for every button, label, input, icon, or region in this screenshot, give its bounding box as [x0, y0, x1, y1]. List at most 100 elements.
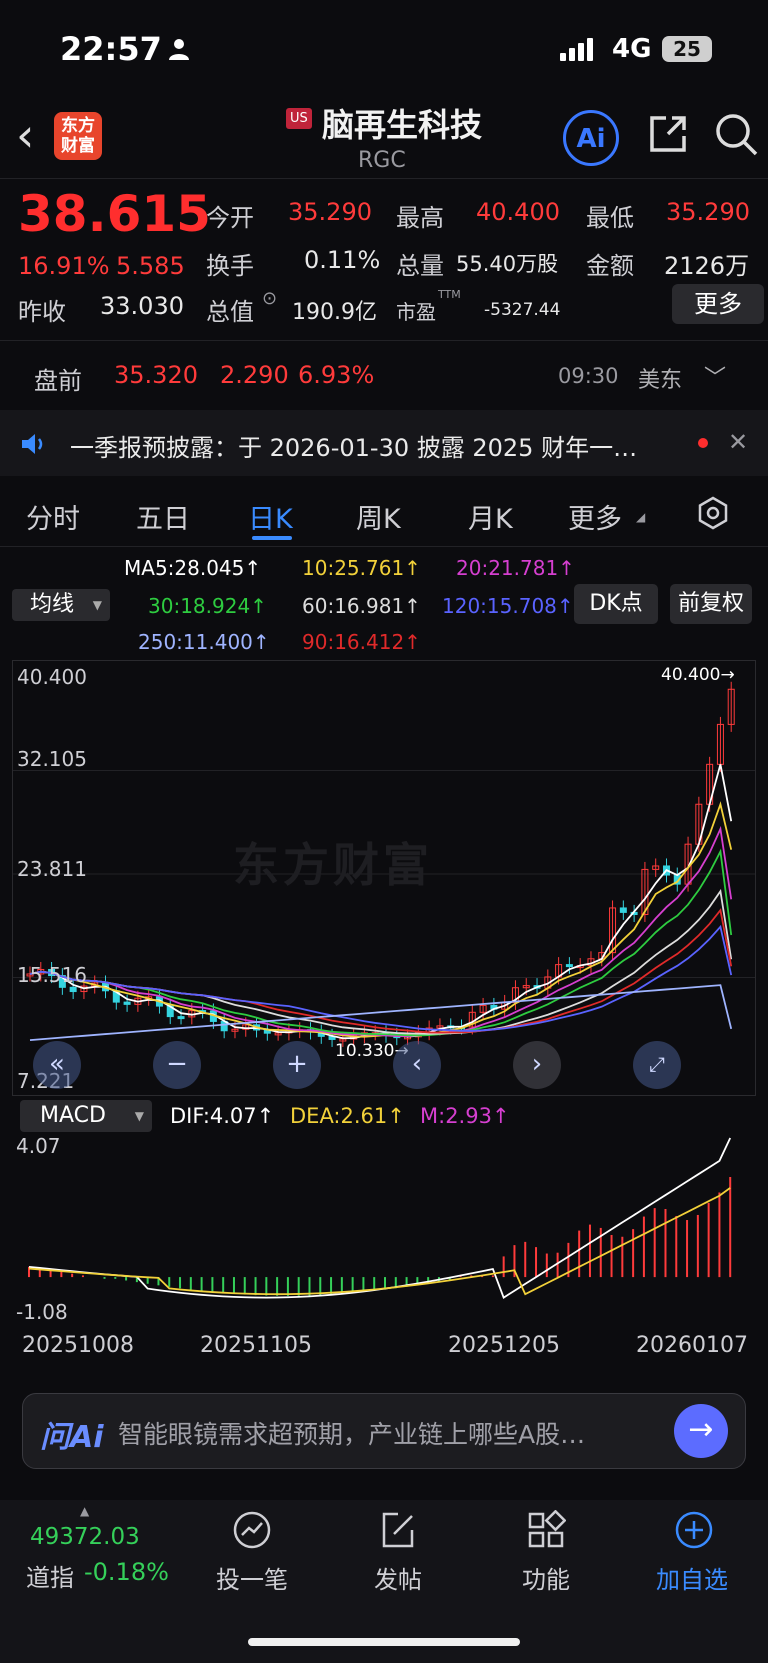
- nav-add-watchlist[interactable]: 加自选: [656, 1560, 728, 1595]
- y-axis-max: 40.400: [17, 665, 87, 689]
- adjust-button[interactable]: 前复权: [670, 584, 752, 624]
- tab-five-day[interactable]: 五日: [136, 497, 190, 536]
- index-change[interactable]: -0.18%: [84, 1558, 169, 1586]
- market-badge: US: [286, 108, 312, 129]
- turnover-value: 0.11%: [304, 246, 381, 274]
- x-axis-date: 20251105: [200, 1333, 312, 1358]
- premarket-change: 2.290: [220, 361, 289, 389]
- zoom-in-icon[interactable]: +: [273, 1041, 321, 1089]
- index-name[interactable]: 道指: [26, 1558, 74, 1593]
- max-marker: 40.400→: [661, 665, 735, 685]
- ai-button[interactable]: Ai: [563, 110, 619, 166]
- app-logo[interactable]: 东方 财富: [54, 112, 102, 160]
- candle: [565, 964, 573, 968]
- divider: [0, 178, 768, 179]
- dea-line: [28, 1187, 731, 1296]
- fullscreen-icon[interactable]: ⤢: [633, 1041, 681, 1089]
- nav-trade[interactable]: 投一笔: [216, 1560, 288, 1595]
- macd-chart[interactable]: 4.07 -1.08: [12, 1130, 756, 1326]
- scroll-left-icon[interactable]: «: [33, 1041, 81, 1089]
- mcap-value: 190.9亿: [292, 300, 377, 325]
- trade-icon[interactable]: [232, 1510, 272, 1550]
- close-icon[interactable]: ✕: [728, 428, 748, 456]
- ma-line-ma90: [29, 908, 733, 1034]
- volume-value: 55.40万股: [456, 252, 559, 276]
- pe-label: 市盈: [396, 300, 436, 324]
- y-axis-label: 32.105: [17, 747, 87, 771]
- macd-select-label: MACD: [40, 1103, 106, 1128]
- zoom-out-icon[interactable]: −: [153, 1041, 201, 1089]
- add-watchlist-icon[interactable]: [674, 1510, 714, 1550]
- nav-post[interactable]: 发帖: [374, 1560, 422, 1595]
- amount-label: 金额: [586, 252, 634, 280]
- share-icon[interactable]: [646, 112, 690, 156]
- search-icon[interactable]: [712, 110, 760, 158]
- ma90-value: 90:16.412↑: [302, 630, 421, 654]
- candle: [69, 986, 77, 993]
- candle: [123, 1001, 131, 1005]
- ma30-value: 30:18.924↑: [148, 594, 267, 618]
- dif-line: [28, 1137, 732, 1299]
- macd-canvas: [28, 1137, 732, 1299]
- prev-close-value: 33.030: [100, 292, 184, 320]
- battery-icon: 25: [662, 36, 712, 62]
- change-amount: 5.585: [116, 252, 185, 280]
- back-icon[interactable]: ‹: [16, 112, 34, 158]
- y-axis-label: 23.811: [17, 857, 87, 881]
- arrow-right-icon[interactable]: →: [674, 1404, 728, 1458]
- open-value: 35.290: [288, 198, 372, 226]
- logo-line2: 财富: [61, 136, 95, 156]
- ma120-value: 120:15.708↑: [442, 594, 574, 618]
- next-icon[interactable]: ›: [513, 1041, 561, 1089]
- low-label: 最低: [586, 204, 634, 232]
- signal-icon: [560, 38, 596, 61]
- x-axis-date: 20251205: [448, 1333, 560, 1358]
- dk-point-button[interactable]: DK点: [574, 584, 658, 624]
- mcap-label: 总值: [206, 298, 254, 326]
- logo-line1: 东方: [61, 116, 95, 136]
- unread-dot: [698, 438, 708, 448]
- nav-functions[interactable]: 功能: [522, 1560, 570, 1595]
- macd-dif: DIF:4.07↑: [170, 1104, 275, 1128]
- tab-weekly-k[interactable]: 周K: [356, 497, 401, 536]
- tab-daily-k[interactable]: 日K: [248, 497, 293, 536]
- status-bar: 22:57 4G 25: [0, 0, 768, 100]
- apps-icon[interactable]: [526, 1510, 566, 1550]
- chevron-down-icon[interactable]: ﹀: [704, 360, 726, 392]
- amount-value: 2126万: [664, 252, 750, 280]
- low-value: 35.290: [666, 198, 750, 226]
- kline-chart[interactable]: 东方财富 40.400 32.105 23.811 15.516 7.221 4…: [12, 660, 756, 1096]
- home-indicator: [248, 1638, 520, 1646]
- premarket-percent: 6.93%: [298, 361, 375, 389]
- more-button[interactable]: 更多: [672, 284, 764, 324]
- macd-select[interactable]: MACD ▼: [20, 1100, 152, 1132]
- open-label: 今开: [206, 204, 254, 232]
- info-icon[interactable]: ⊙: [262, 288, 277, 309]
- ma20-value: 20:21.781↑: [456, 556, 575, 580]
- candle: [619, 907, 627, 913]
- pe-value: -5327.44: [484, 300, 561, 320]
- tab-intraday[interactable]: 分时: [26, 497, 80, 536]
- volume-label: 总量: [396, 252, 444, 280]
- premarket-label: 盘前: [34, 367, 82, 395]
- tab-more[interactable]: 更多: [568, 497, 622, 536]
- ma-select-label: 均线: [30, 592, 75, 617]
- prev-icon[interactable]: ‹: [393, 1041, 441, 1089]
- gear-icon[interactable]: [696, 496, 730, 530]
- notice-text[interactable]: 一季报预披露：于 2026-01-30 披露 2025 财年一…: [70, 428, 637, 463]
- divider: [0, 340, 768, 341]
- x-axis-date: 20251008: [22, 1333, 134, 1358]
- ma60-value: 60:16.981↑: [302, 594, 421, 618]
- macd-y-max: 4.07: [16, 1134, 61, 1158]
- macd-y-min: -1.08: [16, 1300, 68, 1324]
- post-icon[interactable]: [378, 1510, 418, 1550]
- index-value[interactable]: 49372.03: [30, 1524, 140, 1550]
- ai-prompt[interactable]: 智能眼镜需求超预期，产业链上哪些A股…: [118, 1415, 585, 1451]
- tab-monthly-k[interactable]: 月K: [468, 497, 513, 536]
- stock-ticker: RGC: [358, 148, 406, 173]
- premarket-price: 35.320: [114, 361, 198, 389]
- x-axis-date: 20260107: [636, 1333, 748, 1358]
- last-price: 38.615: [18, 185, 211, 243]
- ma-select[interactable]: 均线 ▼: [12, 589, 110, 621]
- ai-logo: 问Ai: [40, 1420, 104, 1455]
